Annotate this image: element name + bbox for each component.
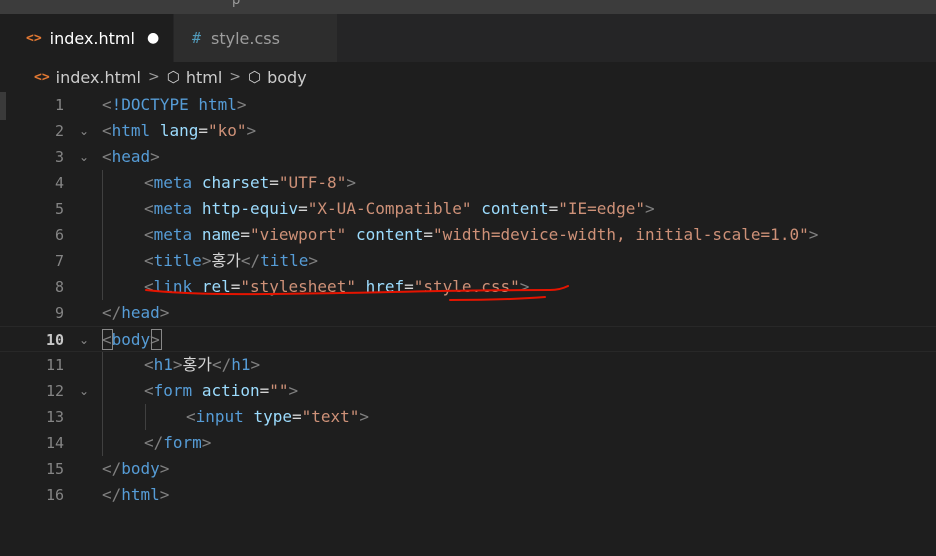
code-line[interactable]: 7 <title>홍가</title> bbox=[0, 248, 936, 274]
line-number: 9 bbox=[54, 304, 64, 322]
line-number: 12 bbox=[45, 382, 64, 400]
unsaved-dot-icon[interactable]: ● bbox=[147, 30, 159, 46]
code-text: <head> bbox=[102, 147, 160, 166]
code-text: <input type="text"> bbox=[186, 407, 370, 426]
line-number: 14 bbox=[45, 434, 64, 452]
code-line[interactable]: 16 </html> bbox=[0, 482, 936, 508]
red-annotation-underline bbox=[145, 285, 569, 301]
code-line[interactable]: 13 <input type="text"> bbox=[0, 404, 936, 430]
fold-chevron-icon[interactable]: ⌄ bbox=[76, 378, 92, 404]
tab-index-html[interactable]: <> index.html ● bbox=[0, 14, 173, 62]
code-line[interactable]: 1 <!DOCTYPE html> bbox=[0, 92, 936, 118]
code-text: <form action=""> bbox=[144, 381, 299, 400]
code-text: </form> bbox=[144, 433, 212, 452]
line-number: 2 bbox=[54, 122, 64, 140]
line-number: 1 bbox=[54, 96, 64, 114]
fold-chevron-icon[interactable]: ⌄ bbox=[76, 118, 92, 144]
line-number: 16 bbox=[45, 486, 64, 504]
line-number: 6 bbox=[54, 226, 64, 244]
code-text: <meta charset="UTF-8"> bbox=[144, 173, 356, 192]
line-number: 8 bbox=[54, 278, 64, 296]
bracket-match-highlight bbox=[151, 329, 162, 350]
code-line[interactable]: 15 </body> bbox=[0, 456, 936, 482]
fold-chevron-icon[interactable]: ⌄ bbox=[76, 327, 92, 353]
line-number: 7 bbox=[54, 252, 64, 270]
line-number: 10 bbox=[45, 331, 64, 349]
chevron-right-icon: > bbox=[229, 69, 241, 85]
breadcrumb-item-file[interactable]: index.html bbox=[56, 68, 141, 87]
code-line[interactable]: 14 </form> bbox=[0, 430, 936, 456]
tab-label: index.html bbox=[49, 28, 135, 48]
line-number: 4 bbox=[54, 174, 64, 192]
breadcrumb-item-body[interactable]: body bbox=[267, 68, 307, 87]
line-number: 5 bbox=[54, 200, 64, 218]
code-line[interactable]: 3 ⌄ <head> bbox=[0, 144, 936, 170]
code-line[interactable]: 6 <meta name="viewport" content="width=de… bbox=[0, 222, 936, 248]
code-text: </body> bbox=[102, 459, 170, 478]
code-line[interactable]: 10 ⌄ <body> bbox=[0, 326, 936, 352]
html-file-icon: <> bbox=[26, 30, 42, 46]
title-bar: p bbox=[0, 0, 936, 14]
css-file-icon: # bbox=[192, 29, 202, 47]
indent-guide bbox=[145, 404, 146, 430]
tab-bar: <> index.html ● # style.css bbox=[0, 14, 936, 62]
html-file-icon: <> bbox=[34, 69, 50, 85]
line-number: 3 bbox=[54, 148, 64, 166]
tab-label: style.css bbox=[211, 28, 280, 48]
breadcrumb-item-html[interactable]: html bbox=[186, 68, 222, 87]
code-text: <meta http-equiv="X-UA-Compatible" conte… bbox=[144, 199, 655, 218]
window-title: p bbox=[232, 0, 241, 8]
tab-style-css[interactable]: # style.css bbox=[174, 14, 337, 62]
code-text: </html> bbox=[102, 485, 170, 504]
code-line[interactable]: 5 <meta http-equiv="X-UA-Compatible" cont… bbox=[0, 196, 936, 222]
code-line[interactable]: 12 ⌄ <form action=""> bbox=[0, 378, 936, 404]
code-line[interactable]: 11 <h1>홍가</h1> bbox=[0, 352, 936, 378]
line-number: 15 bbox=[45, 460, 64, 478]
code-text: <html lang="ko"> bbox=[102, 121, 257, 140]
line-number: 13 bbox=[45, 408, 64, 426]
element-icon: ⬡ bbox=[248, 68, 262, 86]
indent-guide bbox=[102, 352, 103, 456]
code-text: <meta name="viewport" content="width=dev… bbox=[144, 225, 819, 244]
breadcrumb: <> index.html > ⬡ html > ⬡ body bbox=[0, 62, 936, 92]
code-line[interactable]: 2 ⌄ <html lang="ko"> bbox=[0, 118, 936, 144]
code-text: <!DOCTYPE html> bbox=[102, 95, 247, 114]
indent-guide bbox=[102, 170, 103, 300]
code-text: <title>홍가</title> bbox=[144, 251, 318, 270]
code-line[interactable]: 4 <meta charset="UTF-8"> bbox=[0, 170, 936, 196]
bracket-match-highlight bbox=[102, 329, 113, 350]
line-number: 11 bbox=[45, 356, 64, 374]
fold-chevron-icon[interactable]: ⌄ bbox=[76, 144, 92, 170]
chevron-right-icon: > bbox=[147, 69, 160, 85]
code-editor[interactable]: 1 <!DOCTYPE html> 2 ⌄ <html lang="ko"> 3 ⌄ <hea… bbox=[0, 92, 936, 556]
code-text: <h1>홍가</h1> bbox=[144, 355, 261, 374]
element-icon: ⬡ bbox=[166, 68, 180, 86]
